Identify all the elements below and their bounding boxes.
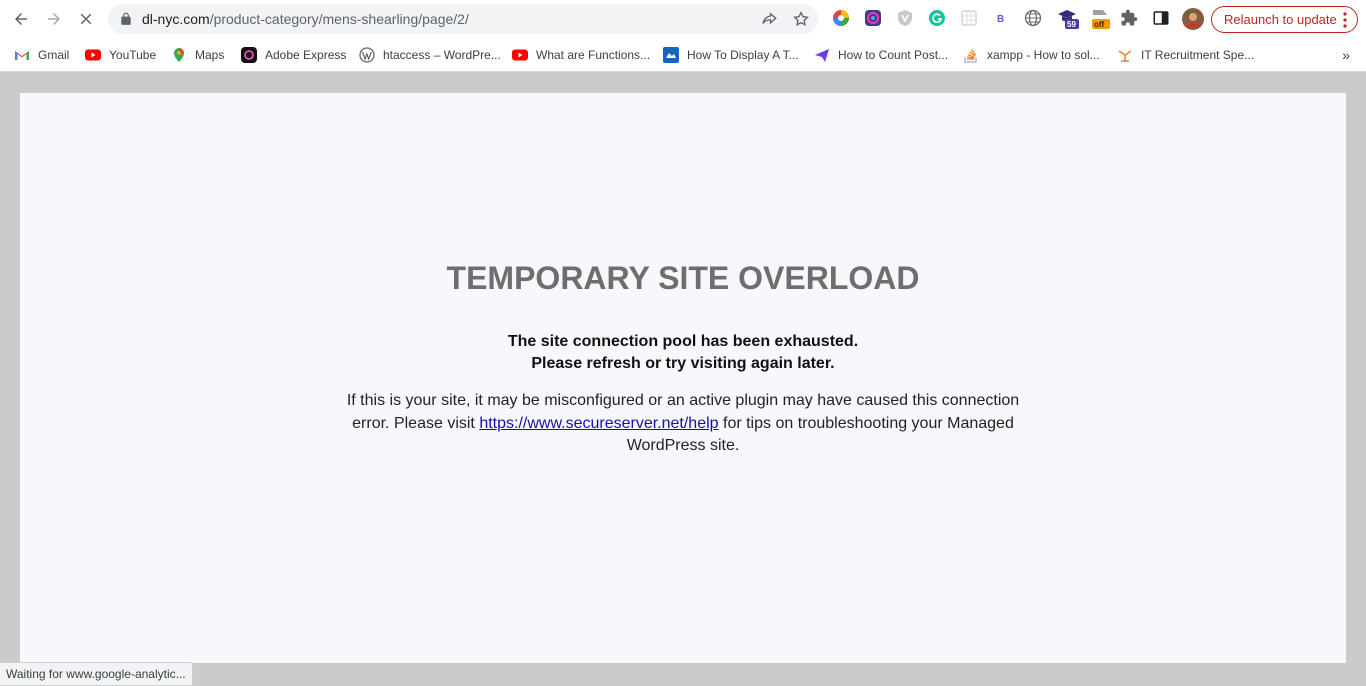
stop-loading-button[interactable] bbox=[73, 6, 99, 32]
puzzle-icon[interactable] bbox=[1120, 9, 1138, 27]
error-line-1: The site connection pool has been exhaus… bbox=[507, 333, 859, 350]
arrow-right-icon bbox=[48, 13, 60, 25]
page-viewport: TEMPORARY SITE OVERLOAD The site connect… bbox=[0, 72, 1366, 686]
url-host: dl-nyc.com bbox=[142, 11, 210, 27]
bookmark-xampp[interactable]: xampp - How to sol... bbox=[963, 46, 1100, 64]
lock-icon bbox=[121, 12, 131, 25]
recruit-icon bbox=[1118, 50, 1132, 62]
share-icon[interactable] bbox=[760, 10, 778, 28]
bookmark-label: How to Count Post... bbox=[838, 48, 949, 62]
help-link[interactable]: https://www.secureserver.net/help bbox=[479, 415, 718, 432]
site-icon bbox=[663, 47, 679, 63]
back-button[interactable] bbox=[8, 6, 34, 32]
maps-icon bbox=[174, 48, 184, 62]
bookmark-label: Maps bbox=[195, 48, 225, 62]
arrow-left-icon bbox=[15, 13, 27, 25]
bookmark-how-to-display[interactable]: How To Display A T... bbox=[663, 46, 799, 64]
status-bar: Waiting for www.google-analytic... bbox=[0, 662, 193, 686]
error-line-2: Please refresh or try visiting again lat… bbox=[531, 355, 835, 372]
status-text: Waiting for www.google-analytic... bbox=[6, 667, 186, 681]
bookmark-functions[interactable]: What are Functions... bbox=[512, 46, 650, 64]
shield-extension-icon[interactable] bbox=[896, 9, 914, 27]
relaunch-label: Relaunch to update bbox=[1224, 12, 1337, 27]
bookmark-label: htaccess – WordPre... bbox=[383, 48, 501, 62]
extension-badge-count: 59 bbox=[1067, 20, 1076, 29]
bookmarks-bar: Gmail YouTube Maps Adobe Express htacces… bbox=[0, 38, 1366, 72]
url-text[interactable]: dl-nyc.com/product-category/mens-shearli… bbox=[142, 11, 469, 27]
bookmark-label: What are Functions... bbox=[536, 48, 651, 62]
adobe-express-icon bbox=[241, 47, 257, 63]
globe-extension-icon[interactable] bbox=[1024, 9, 1042, 27]
help-paragraph: If this is your site, it may be misconfi… bbox=[343, 390, 1023, 458]
bookmark-youtube[interactable]: YouTube bbox=[85, 46, 156, 64]
browser-toolbar: dl-nyc.com/product-category/mens-shearli… bbox=[0, 0, 1366, 38]
grid-extension-icon[interactable] bbox=[960, 9, 978, 27]
svg-text:B: B bbox=[997, 14, 1004, 25]
bookmark-adobe-express[interactable]: Adobe Express bbox=[241, 46, 346, 64]
camera-extension-icon[interactable] bbox=[864, 9, 882, 27]
bookmark-label: YouTube bbox=[109, 48, 157, 62]
paper-plane-icon bbox=[815, 49, 829, 62]
more-menu-icon bbox=[1343, 12, 1347, 28]
wordpress-icon bbox=[359, 47, 375, 63]
error-message: The site connection pool has been exhaus… bbox=[20, 331, 1346, 375]
address-bar[interactable]: dl-nyc.com/product-category/mens-shearli… bbox=[108, 4, 818, 34]
bookmarks-overflow-chevron-icon[interactable]: » bbox=[1342, 47, 1350, 63]
profile-avatar[interactable] bbox=[1182, 8, 1204, 30]
extension-badge-off: off bbox=[1094, 20, 1105, 29]
gmail-icon bbox=[15, 51, 29, 60]
bookmark-htaccess[interactable]: htaccess – WordPre... bbox=[359, 46, 501, 64]
b-extension-icon[interactable]: B bbox=[992, 9, 1010, 27]
side-panel-icon[interactable] bbox=[1152, 9, 1170, 27]
bookmark-maps[interactable]: Maps bbox=[171, 46, 224, 64]
close-icon bbox=[80, 13, 92, 25]
bookmark-gmail[interactable]: Gmail bbox=[14, 46, 69, 64]
youtube-icon bbox=[85, 49, 101, 61]
stackoverflow-icon bbox=[964, 49, 977, 63]
bookmark-count-posts[interactable]: How to Count Post... bbox=[814, 46, 948, 64]
graduation-cap-extension-icon[interactable]: 59 bbox=[1057, 9, 1079, 29]
page-title: TEMPORARY SITE OVERLOAD bbox=[446, 260, 920, 296]
url-path: /product-category/mens-shearling/page/2/ bbox=[209, 11, 469, 27]
color-extension-icon[interactable] bbox=[832, 9, 850, 27]
error-panel: TEMPORARY SITE OVERLOAD The site connect… bbox=[20, 93, 1346, 663]
forward-button[interactable] bbox=[41, 6, 67, 32]
bookmark-label: xampp - How to sol... bbox=[987, 48, 1100, 62]
coupon-extension-icon[interactable]: off bbox=[1090, 9, 1112, 29]
bookmark-label: How To Display A T... bbox=[687, 48, 799, 62]
bookmark-label: Adobe Express bbox=[265, 48, 347, 62]
relaunch-to-update-button[interactable]: Relaunch to update bbox=[1211, 6, 1358, 33]
grammarly-icon[interactable] bbox=[928, 9, 946, 27]
bookmark-star-icon[interactable] bbox=[792, 10, 810, 28]
bookmark-it-recruitment[interactable]: IT Recruitment Spe... bbox=[1117, 46, 1254, 64]
youtube-icon bbox=[512, 49, 528, 61]
bookmark-label: Gmail bbox=[38, 48, 70, 62]
bookmark-label: IT Recruitment Spe... bbox=[1141, 48, 1255, 62]
